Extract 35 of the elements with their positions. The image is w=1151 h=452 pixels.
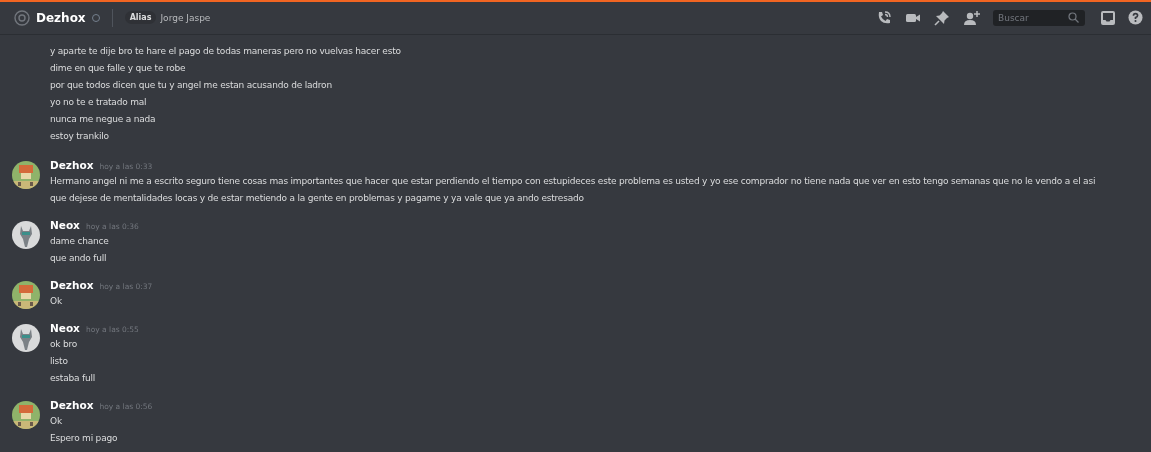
message-text: nunca me negue a nada bbox=[50, 112, 157, 126]
add-user-icon[interactable] bbox=[963, 9, 981, 26]
message-text: listo bbox=[50, 354, 69, 368]
search-field[interactable]: Buscar bbox=[993, 9, 1085, 26]
avatar[interactable] bbox=[12, 400, 40, 429]
avatar[interactable] bbox=[12, 323, 40, 352]
message-text: por que todos dicen que tu y angel me estan acusando de ladron bbox=[50, 78, 333, 92]
message-text: estoy trankilo bbox=[50, 129, 110, 143]
message-text: Ok bbox=[50, 294, 63, 308]
pin-icon[interactable] bbox=[934, 9, 950, 26]
message-text: Hermano angel ni me a escrito seguro tiene cosas mas importantes que hacer que estar perdiendo el tiempo con estupideces este problema es usted y yo ese comprador no tiene nada que ver en esto tengo semanas que no le vendo a el asi que dejese de mentalidades locas y de estar metiendo a la gente en problemas y pagame y ya vale que ya ando estresado bbox=[50, 174, 1097, 205]
message-text: Espero mi pago bbox=[50, 431, 119, 445]
avatar[interactable] bbox=[12, 280, 40, 309]
search-icon bbox=[1068, 12, 1079, 24]
message-text: que ando full bbox=[50, 251, 108, 265]
username[interactable]: Dezhox bbox=[50, 278, 94, 291]
message-text: dime en que falle y que te robe bbox=[50, 61, 187, 75]
phone-call-icon[interactable] bbox=[876, 9, 892, 26]
username[interactable]: Dezhox bbox=[50, 398, 94, 411]
channel-name: Dezhox bbox=[36, 10, 86, 25]
alias-name: Jorge Jaspe bbox=[160, 12, 211, 23]
message-text: estaba full bbox=[50, 371, 97, 385]
username[interactable]: Neox bbox=[50, 218, 80, 231]
message-text: yo no te e tratado mal bbox=[50, 95, 148, 109]
alias-label: Alias bbox=[124, 11, 157, 25]
avatar[interactable] bbox=[12, 160, 40, 189]
username[interactable]: Dezhox bbox=[50, 158, 94, 171]
message-text: Ok bbox=[50, 414, 63, 428]
message-text: dame chance bbox=[50, 234, 110, 248]
avatar[interactable] bbox=[12, 220, 40, 249]
inbox-icon[interactable] bbox=[1101, 10, 1115, 25]
username[interactable]: Neox bbox=[50, 321, 80, 334]
message-text: y aparte te dije bro te hare el pago de todas maneras pero no vuelvas hacer esto bbox=[50, 44, 401, 58]
help-icon[interactable] bbox=[1128, 10, 1143, 26]
message-text: ok bro bbox=[50, 337, 79, 351]
